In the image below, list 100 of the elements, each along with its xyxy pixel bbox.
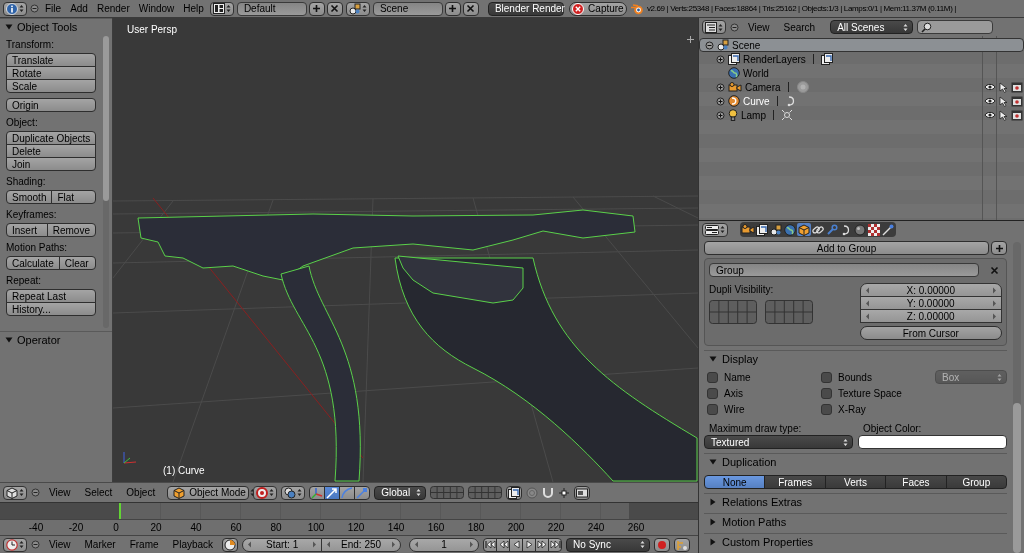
menu-item[interactable]: View	[44, 539, 76, 550]
tool-button[interactable]: Smooth	[6, 190, 53, 204]
play-reverse-button[interactable]	[509, 537, 524, 552]
panel-header[interactable]: Custom Properties	[704, 533, 1007, 549]
panel-header[interactable]: Display	[704, 350, 1007, 366]
layer-grid[interactable]	[430, 486, 465, 499]
panel-header[interactable]: Object Tools	[0, 18, 112, 34]
collapse-menu-icon[interactable]	[30, 4, 39, 13]
expand-toggle-icon[interactable]	[716, 82, 725, 92]
menu-item[interactable]: Select	[79, 487, 118, 498]
disclosure-triangle-icon[interactable]	[709, 354, 717, 363]
number-field[interactable]: X: 0.00000	[859, 283, 1002, 297]
add-button[interactable]	[991, 241, 1007, 255]
tool-button[interactable]: Delete	[6, 144, 96, 158]
timeline-track[interactable]	[0, 503, 698, 519]
collapse-menu-icon[interactable]	[31, 540, 40, 549]
eye-icon[interactable]	[983, 111, 996, 119]
translate-toggle[interactable]	[324, 485, 341, 500]
display-mode-dropdown[interactable]: All Scenes	[830, 20, 914, 34]
tree-item-label[interactable]: Camera	[745, 81, 781, 93]
properties-tab[interactable]	[769, 223, 783, 236]
cursor-icon[interactable]	[998, 109, 1008, 121]
properties-tab[interactable]	[853, 223, 867, 236]
manipulator-toggle[interactable]	[309, 485, 326, 500]
expand-toggle-icon[interactable]	[716, 110, 725, 120]
menu-item[interactable]: Search	[778, 21, 821, 33]
outliner-row[interactable]: Curve	[699, 94, 1024, 108]
tree-item-label[interactable]: World	[743, 67, 769, 79]
menu-item[interactable]: View	[44, 487, 76, 498]
rotate-toggle[interactable]	[339, 485, 356, 500]
duplication-option[interactable]: Frames	[764, 475, 826, 489]
plus-icon[interactable]	[687, 36, 694, 43]
number-field[interactable]: Y: 0.00000	[859, 296, 1002, 310]
render-camera-icon[interactable]	[1010, 109, 1023, 121]
menu-item[interactable]: Object	[121, 487, 161, 498]
menu-item[interactable]: Window	[135, 3, 178, 14]
cursor-icon[interactable]	[998, 81, 1008, 93]
properties-tab[interactable]	[755, 223, 769, 236]
tool-button[interactable]: Calculate	[6, 256, 60, 270]
tool-button[interactable]: Flat	[51, 190, 96, 204]
disclosure-triangle-icon[interactable]	[5, 22, 13, 31]
color-swatch[interactable]	[858, 435, 1007, 449]
collapse-menu-icon[interactable]	[31, 488, 40, 497]
add-button[interactable]	[308, 1, 325, 16]
duplication-option[interactable]: Verts	[824, 475, 887, 489]
screen-layout-field[interactable]: Default	[236, 1, 307, 16]
search-field[interactable]	[917, 20, 994, 34]
properties-tab[interactable]	[741, 223, 755, 236]
screen-layout-button[interactable]	[209, 1, 234, 16]
scrollbar[interactable]	[103, 36, 109, 328]
scrollbar[interactable]	[1013, 242, 1021, 553]
scale-toggle[interactable]	[354, 485, 371, 500]
outliner-row[interactable]: Camera	[699, 80, 1024, 94]
from-cursor-button[interactable]: From Cursor	[859, 326, 1002, 340]
sync-dropdown[interactable]: No Sync	[566, 537, 651, 552]
menu-item[interactable]: Add	[67, 3, 91, 14]
disclosure-triangle-icon[interactable]	[709, 517, 717, 526]
render-camera-icon[interactable]	[1010, 81, 1023, 93]
eye-icon[interactable]	[983, 97, 996, 105]
scene-field[interactable]: Scene	[372, 1, 443, 16]
editor-type-button[interactable]	[3, 1, 27, 16]
checkbox[interactable]	[821, 403, 832, 415]
add-button[interactable]	[444, 1, 461, 16]
render-layers-icon[interactable]	[820, 53, 833, 65]
jump-to-end-button[interactable]	[548, 537, 563, 552]
collapse-menu-icon[interactable]	[730, 22, 739, 32]
tree-item-label[interactable]: Scene	[732, 39, 761, 51]
tool-button[interactable]: Rotate	[6, 66, 96, 80]
panel-header[interactable]: Operator	[0, 331, 112, 347]
tool-button[interactable]: Scale	[6, 79, 96, 93]
menu-item[interactable]: File	[42, 3, 65, 14]
draw-type-dropdown[interactable]: Textured	[704, 435, 853, 449]
record-button[interactable]	[654, 537, 671, 552]
panel-header[interactable]: Relations Extras	[704, 493, 1007, 509]
number-field[interactable]: Z: 0.00000	[859, 309, 1002, 323]
editor-type-button[interactable]	[702, 222, 728, 237]
outliner-row[interactable]: Lamp	[699, 108, 1024, 122]
render-layer-button[interactable]	[506, 485, 523, 500]
tree-item-label[interactable]: Lamp	[741, 109, 766, 121]
add-to-group-button[interactable]: Add to Group	[704, 241, 989, 255]
tool-button[interactable]: Insert	[6, 223, 48, 237]
render-button[interactable]	[574, 485, 591, 500]
magnet-icon[interactable]	[542, 486, 555, 499]
disclosure-triangle-icon[interactable]	[709, 497, 717, 506]
keying-set-button[interactable]	[674, 537, 691, 552]
panel-header[interactable]: Motion Paths	[704, 513, 1007, 529]
snap-icon[interactable]	[558, 486, 571, 499]
tool-button[interactable]: Translate	[6, 53, 96, 67]
capture-button[interactable]: Capture	[568, 1, 627, 16]
checkbox[interactable]	[707, 403, 718, 415]
current-frame-field[interactable]: 1	[409, 537, 480, 552]
checkbox[interactable]	[707, 371, 718, 383]
orientation-dropdown[interactable]: Global	[374, 485, 427, 500]
tool-button[interactable]: Clear	[58, 256, 96, 270]
remove-button[interactable]	[326, 1, 343, 16]
menu-item[interactable]: Frame	[124, 539, 164, 550]
play-button[interactable]	[522, 537, 537, 552]
editor-type-button[interactable]	[3, 485, 27, 500]
menu-item[interactable]: Marker	[79, 539, 121, 550]
tool-button[interactable]: Remove	[46, 223, 96, 237]
